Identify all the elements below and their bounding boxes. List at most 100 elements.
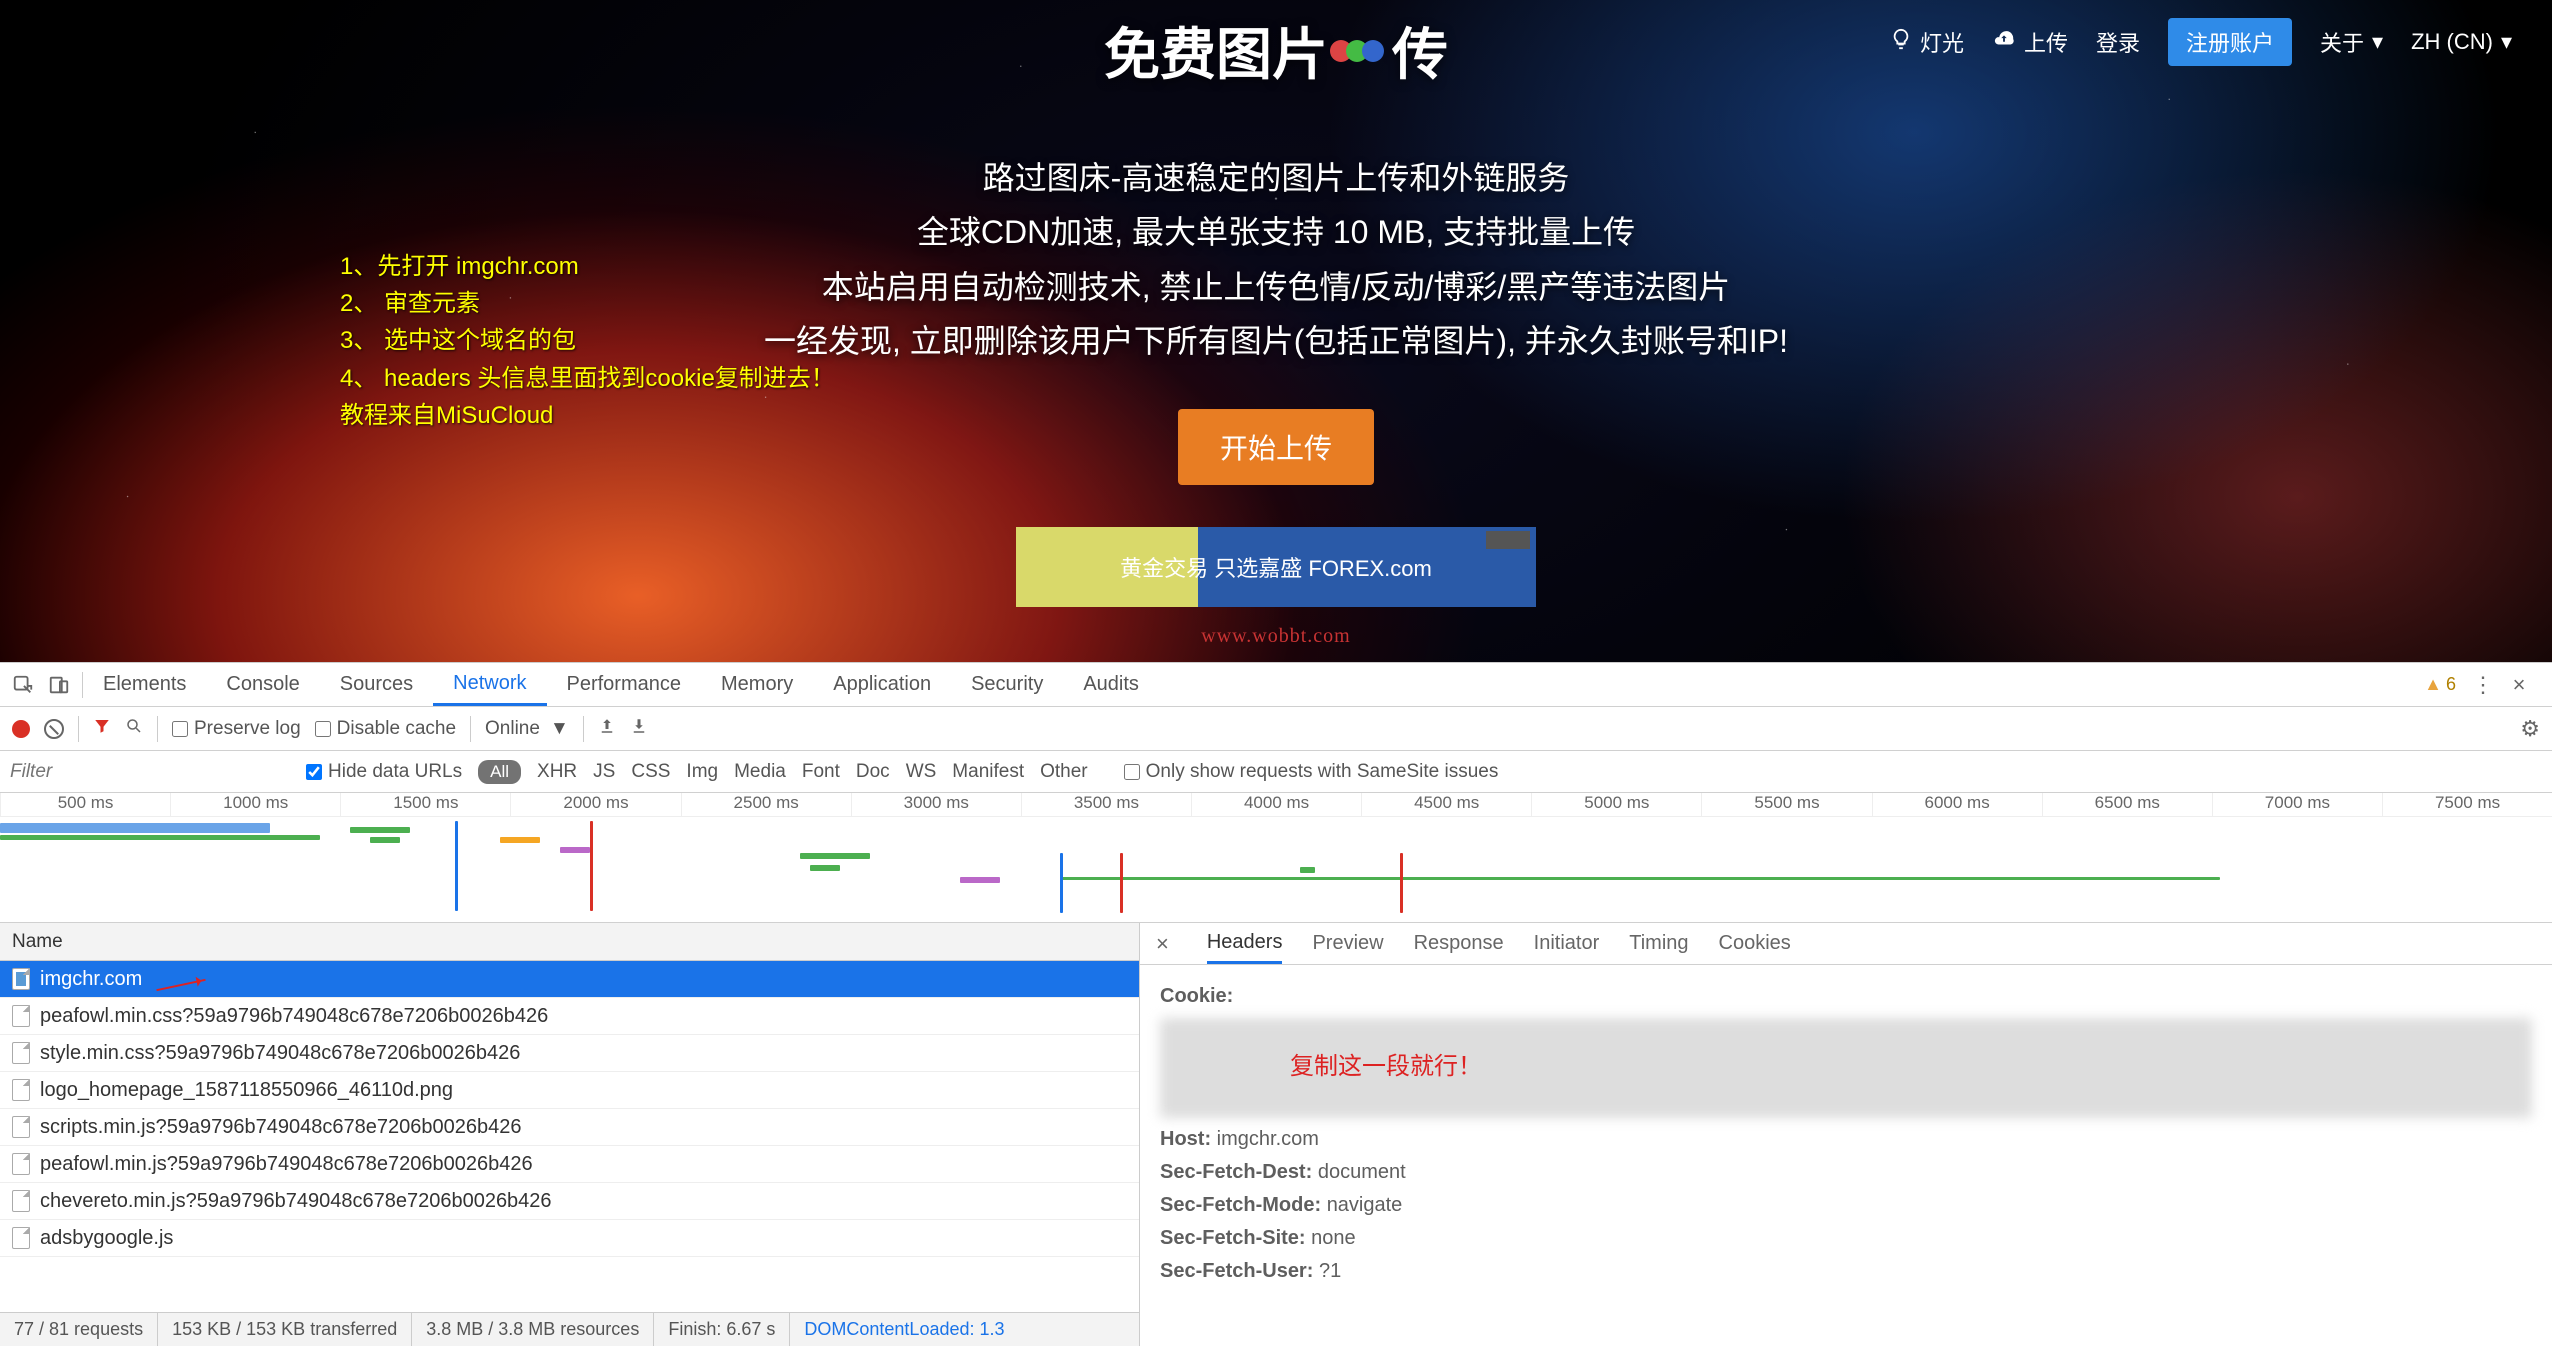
tab-audits[interactable]: Audits — [1063, 663, 1159, 706]
headers-body[interactable]: Cookie: 复制这一段就行！ Host: imgchr.com Sec-Fe… — [1140, 965, 2552, 1346]
detail-tab-response[interactable]: Response — [1414, 923, 1504, 964]
nav-upload-label: 上传 — [2024, 26, 2068, 58]
request-name: logo_homepage_1587118550966_46110d.png — [40, 1079, 453, 1102]
settings-gear-icon[interactable]: ⚙ — [2520, 716, 2540, 742]
devtools-tabbar: Elements Console Sources Network Perform… — [0, 663, 2552, 707]
warnings-chip[interactable]: ▲ 6 — [2424, 674, 2456, 695]
disable-cache-checkbox[interactable]: Disable cache — [315, 718, 456, 740]
search-icon[interactable] — [125, 717, 143, 741]
header-host-value: imgchr.com — [1217, 1128, 1319, 1150]
filter-type-media[interactable]: Media — [734, 761, 786, 783]
header-sfu-value: ?1 — [1319, 1260, 1341, 1282]
hero-title-pre: 免费图片 — [1104, 10, 1328, 91]
request-row[interactable]: peafowl.min.js?59a9796b749048c678e7206b0… — [0, 1146, 1139, 1183]
filter-type-font[interactable]: Font — [802, 761, 840, 783]
samesite-label: Only show requests with SameSite issues — [1146, 761, 1499, 783]
nav-light[interactable]: 灯光 — [1890, 26, 1964, 58]
tab-console[interactable]: Console — [206, 663, 319, 706]
tab-network[interactable]: Network — [433, 663, 546, 706]
document-icon — [12, 1116, 30, 1138]
filter-type-all[interactable]: All — [478, 760, 521, 784]
header-cookie: Cookie: — [1160, 985, 2532, 1008]
document-icon — [12, 1042, 30, 1064]
marker — [1060, 853, 1063, 913]
request-row[interactable]: logo_homepage_1587118550966_46110d.png — [0, 1072, 1139, 1109]
request-rows[interactable]: imgchr.com peafowl.min.css?59a9796b74904… — [0, 961, 1139, 1312]
header-sec-fetch-site: Sec-Fetch-Site: none — [1160, 1227, 2532, 1250]
filter-type-img[interactable]: Img — [686, 761, 718, 783]
inspect-element-icon[interactable] — [10, 672, 36, 698]
tab-performance[interactable]: Performance — [547, 663, 702, 706]
nav-about[interactable]: 关于 ▾ — [2320, 26, 2383, 58]
preserve-log-checkbox[interactable]: Preserve log — [172, 718, 301, 740]
request-row[interactable]: scripts.min.js?59a9796b749048c678e7206b0… — [0, 1109, 1139, 1146]
request-row[interactable]: peafowl.min.css?59a9796b749048c678e7206b… — [0, 998, 1139, 1035]
separator — [157, 716, 158, 742]
ad-banner[interactable]: 黄金交易 只选嘉盛 FOREX.com — [1016, 527, 1536, 607]
copy-hint-annotation: 复制这一段就行！ — [1290, 1046, 1482, 1081]
request-row[interactable]: chevereto.min.js?59a9796b749048c678e7206… — [0, 1183, 1139, 1220]
request-row[interactable]: imgchr.com — [0, 961, 1139, 998]
throttling-select[interactable]: Online ▼ — [485, 718, 569, 740]
watermark: www.wobbt.com — [1201, 625, 1350, 648]
network-lower: Name imgchr.com peafowl.min.css?59a9796b… — [0, 923, 2552, 1346]
tab-elements[interactable]: Elements — [83, 663, 206, 706]
waterfall-bar — [1060, 877, 2220, 880]
tab-security[interactable]: Security — [951, 663, 1063, 706]
nav-language-label: ZH (CN) — [2411, 29, 2493, 55]
request-name: scripts.min.js?59a9796b749048c678e7206b0… — [40, 1116, 522, 1139]
nav-register-button[interactable]: 注册账户 — [2168, 18, 2292, 66]
dcl-marker — [455, 821, 458, 911]
filter-type-doc[interactable]: Doc — [856, 761, 890, 783]
waterfall-bar — [1300, 867, 1315, 873]
samesite-checkbox[interactable]: Only show requests with SameSite issues — [1124, 761, 1499, 783]
tab-application[interactable]: Application — [813, 663, 951, 706]
filter-icon[interactable] — [93, 717, 111, 741]
network-timeline[interactable]: 500 ms 1000 ms 1500 ms 2000 ms 2500 ms 3… — [0, 793, 2552, 923]
filter-input[interactable] — [10, 761, 290, 783]
upload-har-icon[interactable] — [598, 717, 616, 741]
hide-data-urls-checkbox[interactable]: Hide data URLs — [306, 761, 462, 783]
download-har-icon[interactable] — [630, 717, 648, 741]
filter-type-ws[interactable]: WS — [906, 761, 937, 783]
status-requests: 77 / 81 requests — [0, 1313, 158, 1346]
filter-type-css[interactable]: CSS — [631, 761, 670, 783]
close-detail-icon[interactable]: × — [1148, 931, 1177, 957]
marker — [1120, 853, 1123, 913]
tab-sources[interactable]: Sources — [320, 663, 433, 706]
name-column-header[interactable]: Name — [0, 923, 1139, 961]
filter-type-other[interactable]: Other — [1040, 761, 1088, 783]
detail-tab-preview[interactable]: Preview — [1312, 923, 1383, 964]
nav-upload[interactable]: 上传 — [1992, 26, 2068, 58]
detail-tab-cookies[interactable]: Cookies — [1719, 923, 1791, 964]
close-devtools-icon[interactable]: × — [2506, 672, 2532, 698]
detail-tab-initiator[interactable]: Initiator — [1534, 923, 1600, 964]
request-row[interactable]: style.min.css?59a9796b749048c678e7206b00… — [0, 1035, 1139, 1072]
hero-title-post: 传 — [1392, 10, 1448, 91]
request-name: peafowl.min.js?59a9796b749048c678e7206b0… — [40, 1153, 533, 1176]
nav-language[interactable]: ZH (CN) ▾ — [2411, 29, 2512, 55]
tick: 4500 ms — [1361, 793, 1531, 816]
tick: 1500 ms — [340, 793, 510, 816]
more-menu-icon[interactable]: ⋮ — [2470, 672, 2496, 698]
device-toolbar-icon[interactable] — [46, 672, 72, 698]
document-icon — [12, 1005, 30, 1027]
header-sfd-value: document — [1318, 1161, 1406, 1183]
waterfall-bar — [500, 837, 540, 843]
tick: 3000 ms — [851, 793, 1021, 816]
nav-login[interactable]: 登录 — [2096, 26, 2140, 58]
filter-type-js[interactable]: JS — [593, 761, 615, 783]
filter-type-manifest[interactable]: Manifest — [952, 761, 1024, 783]
nav-light-label: 灯光 — [1920, 26, 1964, 58]
filter-type-xhr[interactable]: XHR — [537, 761, 577, 783]
devtools-panel: Elements Console Sources Network Perform… — [0, 662, 2552, 1346]
request-row[interactable]: adsbygoogle.js — [0, 1220, 1139, 1257]
detail-tab-headers[interactable]: Headers — [1207, 923, 1283, 964]
network-filter-bar: Hide data URLs All XHR JS CSS Img Media … — [0, 751, 2552, 793]
tab-memory[interactable]: Memory — [701, 663, 813, 706]
annotation-arrow-icon — [157, 979, 206, 991]
clear-button[interactable] — [44, 719, 64, 739]
start-upload-button[interactable]: 开始上传 — [1178, 409, 1374, 485]
detail-tab-timing[interactable]: Timing — [1629, 923, 1688, 964]
record-button[interactable] — [12, 720, 30, 738]
